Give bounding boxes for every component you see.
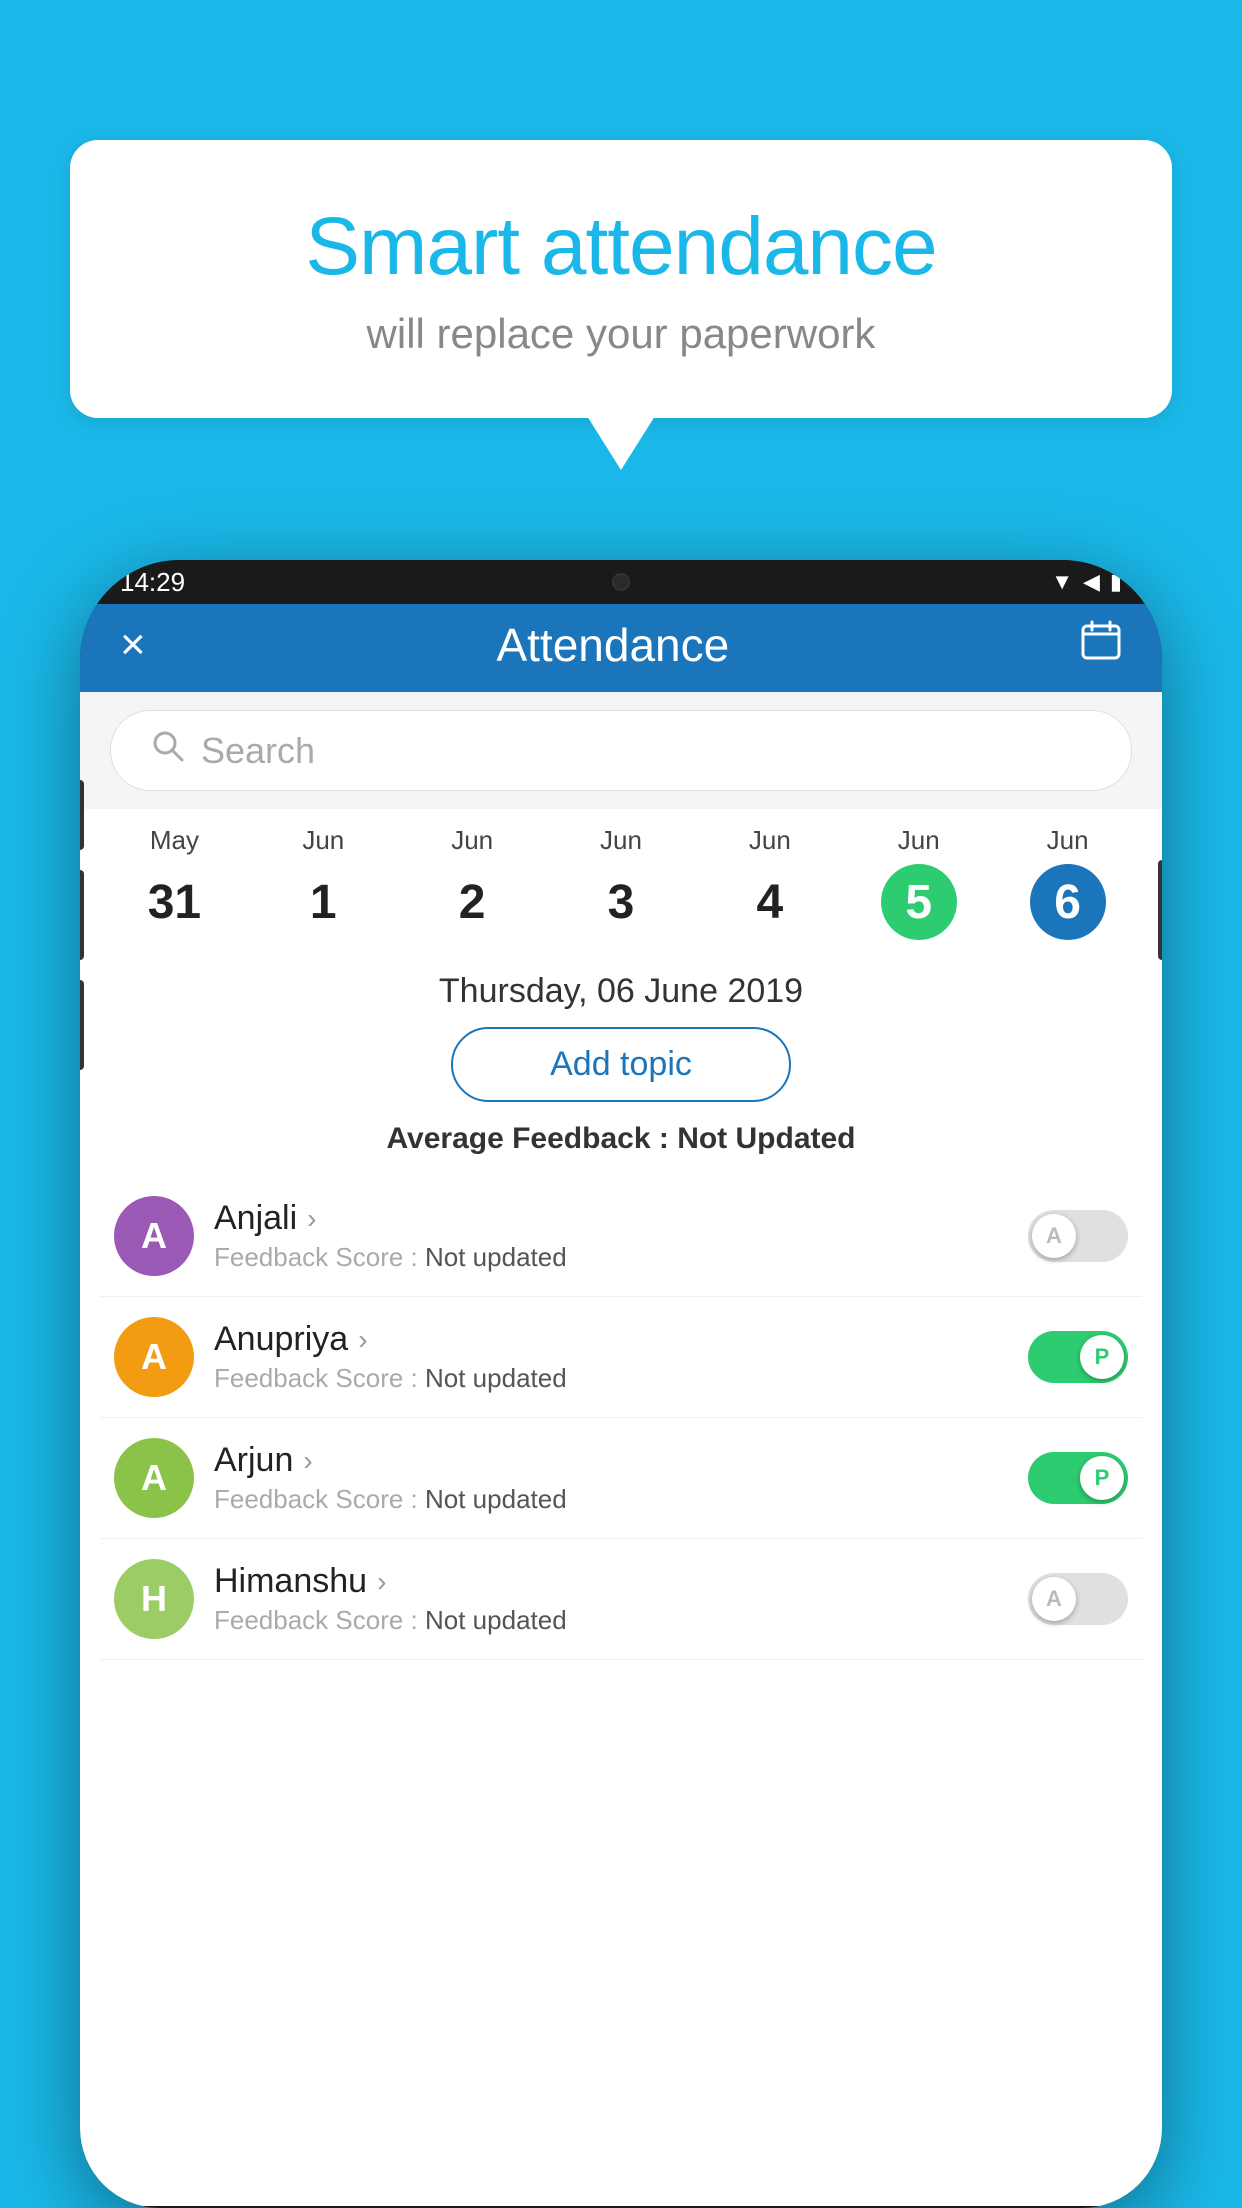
mute-button (80, 780, 84, 850)
add-topic-button[interactable]: Add topic (451, 1027, 791, 1102)
date-day[interactable]: 1 (285, 864, 361, 940)
toggle-knob: P (1080, 1335, 1124, 1379)
attendance-toggle[interactable]: P (1028, 1331, 1128, 1383)
search-placeholder: Search (201, 730, 315, 772)
date-strip: May 31 Jun 1 Jun 2 Jun 3 Jun 4 Jun 5 Jun 6 (80, 809, 1162, 956)
phone-frame: 14:29 ▼ ◀ ▮ × Attendance (80, 560, 1162, 2208)
student-info: Anupriya › Feedback Score : Not updated (214, 1320, 1008, 1394)
student-name[interactable]: Himanshu › (214, 1562, 1008, 1601)
date-day[interactable]: 4 (732, 864, 808, 940)
avg-feedback-label: Average Feedback : (386, 1122, 668, 1155)
student-feedback: Feedback Score : Not updated (214, 1242, 1008, 1273)
absent-toggle[interactable]: A (1028, 1573, 1128, 1625)
date-item[interactable]: Jun 1 (249, 825, 398, 940)
search-icon (151, 729, 185, 772)
signal-icon: ◀ (1083, 569, 1100, 595)
chevron-right-icon: › (377, 1566, 386, 1598)
app-title: Attendance (496, 618, 729, 672)
search-bar[interactable]: Search (110, 710, 1132, 791)
student-list: AAnjali ›Feedback Score : Not updatedAAA… (80, 1176, 1162, 1660)
status-icons: ▼ ◀ ▮ (1051, 569, 1122, 595)
date-day[interactable]: 31 (136, 864, 212, 940)
present-toggle[interactable]: P (1028, 1452, 1128, 1504)
search-bar-container: Search (80, 692, 1162, 809)
volume-down-button (80, 980, 84, 1070)
toggle-knob: A (1032, 1214, 1076, 1258)
avatar: A (114, 1317, 194, 1397)
date-day[interactable]: 6 (1030, 864, 1106, 940)
date-item[interactable]: Jun 6 (993, 825, 1142, 940)
toggle-knob: A (1032, 1577, 1076, 1621)
notch (561, 560, 681, 604)
chevron-right-icon: › (358, 1324, 367, 1356)
avatar: A (114, 1196, 194, 1276)
avg-feedback-value: Not Updated (677, 1122, 855, 1155)
student-feedback: Feedback Score : Not updated (214, 1484, 1008, 1515)
date-item[interactable]: Jun 3 (547, 825, 696, 940)
student-feedback: Feedback Score : Not updated (214, 1363, 1008, 1394)
date-month: Jun (898, 825, 940, 856)
student-info: Himanshu › Feedback Score : Not updated (214, 1562, 1008, 1636)
volume-up-button (80, 870, 84, 960)
student-feedback: Feedback Score : Not updated (214, 1605, 1008, 1636)
absent-toggle[interactable]: A (1028, 1210, 1128, 1262)
avatar: H (114, 1559, 194, 1639)
attendance-toggle[interactable]: A (1028, 1573, 1128, 1625)
date-item[interactable]: Jun 5 (844, 825, 993, 940)
list-item: A Anupriya › Feedback Score : Not updated P (100, 1297, 1142, 1418)
attendance-toggle[interactable]: P (1028, 1452, 1128, 1504)
power-button (1158, 860, 1162, 960)
speech-bubble-container: Smart attendance will replace your paper… (70, 140, 1172, 418)
date-item[interactable]: May 31 (100, 825, 249, 940)
list-item: A Arjun › Feedback Score : Not updated P (100, 1418, 1142, 1539)
date-item[interactable]: Jun 4 (695, 825, 844, 940)
date-day[interactable]: 5 (881, 864, 957, 940)
app-header: × Attendance (80, 604, 1162, 692)
bubble-subtitle: will replace your paperwork (150, 310, 1092, 358)
date-day[interactable]: 3 (583, 864, 659, 940)
date-item[interactable]: Jun 2 (398, 825, 547, 940)
chevron-right-icon: › (307, 1203, 316, 1235)
bubble-title: Smart attendance (150, 200, 1092, 294)
date-month: Jun (302, 825, 344, 856)
date-month: Jun (451, 825, 493, 856)
avatar: A (114, 1438, 194, 1518)
student-info: Arjun › Feedback Score : Not updated (214, 1441, 1008, 1515)
speech-bubble: Smart attendance will replace your paper… (70, 140, 1172, 418)
list-item: A Anjali › Feedback Score : Not updated A (100, 1176, 1142, 1297)
student-info: Anjali › Feedback Score : Not updated (214, 1199, 1008, 1273)
present-toggle[interactable]: P (1028, 1331, 1128, 1383)
close-button[interactable]: × (120, 620, 146, 670)
battery-icon: ▮ (1110, 569, 1122, 595)
attendance-toggle[interactable]: A (1028, 1210, 1128, 1262)
toggle-knob: P (1080, 1456, 1124, 1500)
phone-screen: Search May 31 Jun 1 Jun 2 Jun 3 Jun 4 Jun 5 Jun 6 Thu… (80, 692, 1162, 2206)
date-month: Jun (600, 825, 642, 856)
date-month: Jun (749, 825, 791, 856)
list-item: H Himanshu › Feedback Score : Not updated A (100, 1539, 1142, 1660)
camera (612, 573, 630, 591)
wifi-icon: ▼ (1051, 569, 1073, 595)
date-day[interactable]: 2 (434, 864, 510, 940)
student-name[interactable]: Anupriya › (214, 1320, 1008, 1359)
selected-date-info: Thursday, 06 June 2019 (80, 956, 1162, 1027)
avg-feedback: Average Feedback : Not Updated (80, 1122, 1162, 1156)
date-month: Jun (1047, 825, 1089, 856)
date-month: May (150, 825, 199, 856)
calendar-icon[interactable] (1080, 619, 1122, 671)
student-name[interactable]: Arjun › (214, 1441, 1008, 1480)
chevron-right-icon: › (303, 1445, 312, 1477)
status-time: 14:29 (120, 567, 185, 598)
student-name[interactable]: Anjali › (214, 1199, 1008, 1238)
